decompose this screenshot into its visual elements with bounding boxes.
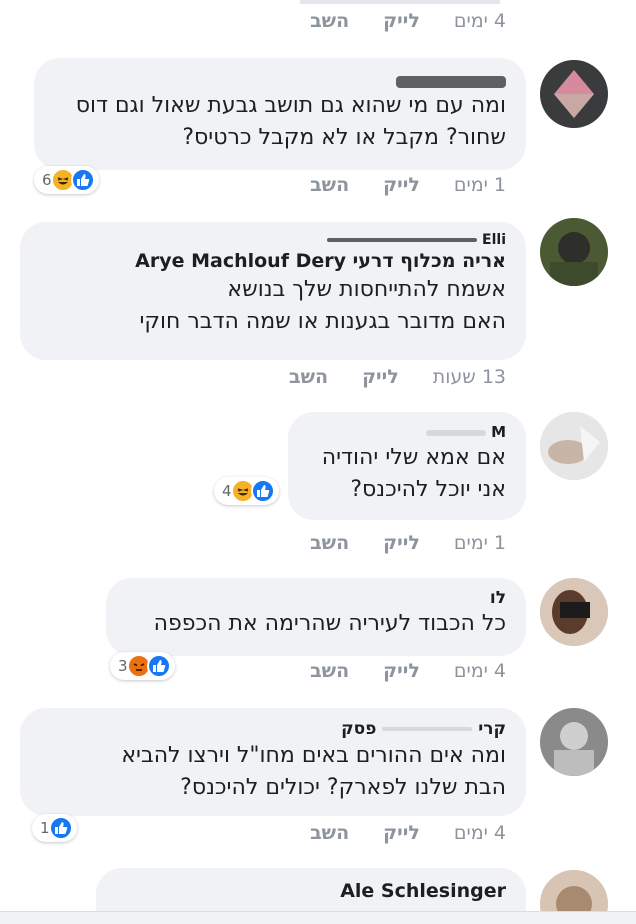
comment-text: אשמח להתייחסות שלך בנושא האם מדובר בגענו… [139,277,506,334]
comment-author[interactable]: אריה מכלוף דרעי Arye Machlouf Dery [42,248,506,274]
comment-time: 1 ימים [453,174,506,196]
reaction-summary[interactable]: 3 [110,652,175,680]
like-icon [48,816,73,840]
comment-author[interactable]: לו [128,588,506,608]
reply-link[interactable]: השב [310,10,349,32]
comment-bubble: לו כל הכבוד לעיריה שהרימה את הכפפה [106,578,526,656]
comment-time: 4 ימים [453,660,506,682]
avatar-image [540,218,608,286]
comment-actions: 1 ימים לייק השב [310,174,506,196]
comment-text: ומה עם מי שהוא גם תושב גבעת שאול וגם דוס… [75,93,506,150]
avatar-image [540,60,608,128]
comment-actions: 4 ימים לייק השב [310,660,506,682]
comment-author[interactable]: קרי פסק [42,718,506,740]
reply-link[interactable]: השב [289,366,328,388]
comment-bubble: קרי פסק ומה אים ההורים באים מחו"ל וירצו … [20,708,526,816]
reaction-summary[interactable]: 4 [214,477,279,505]
like-link[interactable]: לייק [383,10,420,32]
like-icon [250,479,275,503]
comment-bubble: M אם אמא שלי יהודיה אני יוכל להיכנס? [288,412,526,520]
reply-link[interactable]: השב [310,174,349,196]
avatar-image [540,578,608,646]
reply-link[interactable]: השב [310,532,349,554]
comment-time: 13 שעות [432,366,506,388]
comment-bubble: ומה עם מי שהוא גם תושב גבעת שאול וגם דוס… [34,58,526,170]
like-link[interactable]: לייק [383,822,420,844]
avatar-image [540,412,608,480]
like-link[interactable]: לייק [383,174,420,196]
avatar[interactable] [540,708,608,776]
like-icon [146,654,171,678]
comment-author[interactable] [56,68,506,90]
reaction-summary[interactable]: 1 [32,814,77,842]
bottom-bar [0,911,636,924]
reply-link[interactable]: השב [310,660,349,682]
comment-actions: 13 שעות לייק השב [289,366,506,388]
comment-text: אם אמא שלי יהודיה אני יוכל להיכנס? [321,445,506,502]
comment-text: כל הכבוד לעיריה שהרימה את הכפפה [153,611,506,636]
comment-time: 1 ימים [453,532,506,554]
like-link[interactable]: לייק [383,660,420,682]
avatar[interactable] [540,412,608,480]
top-divider [300,0,500,4]
avatar-image [540,708,608,776]
avatar[interactable] [540,60,608,128]
like-icon [70,168,95,192]
comment-actions: 4 ימים לייק השב [310,10,506,32]
comment-author-top: Elli [42,232,506,248]
comment-actions: 1 ימים לייק השב [310,532,506,554]
reply-link[interactable]: השב [310,822,349,844]
comment-bubble: Elli אריה מכלוף דרעי Arye Machlouf Dery … [20,222,526,360]
comment-author[interactable]: M [310,422,506,442]
like-link[interactable]: לייק [362,366,399,388]
like-link[interactable]: לייק [383,532,420,554]
reaction-summary[interactable]: 6 [34,166,99,194]
comment-time: 4 ימים [453,822,506,844]
avatar[interactable] [540,218,608,286]
comment-actions: 4 ימים לייק השב [310,822,506,844]
comment-text: ומה אים ההורים באים מחו"ל וירצו להביא הב… [121,743,506,800]
comment-author[interactable]: Ale Schlesinger [118,878,506,904]
avatar[interactable] [540,578,608,646]
comment-time: 4 ימים [453,10,506,32]
